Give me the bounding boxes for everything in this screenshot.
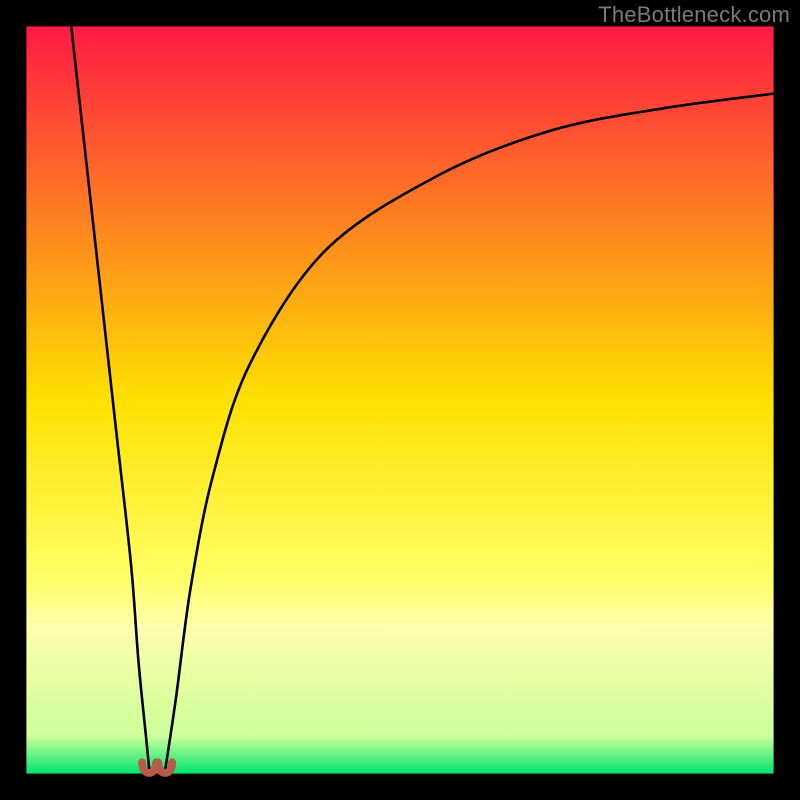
watermark-text: TheBottleneck.com — [598, 2, 790, 28]
chart-canvas: TheBottleneck.com — [0, 0, 800, 800]
bottleneck-chart — [0, 0, 800, 800]
